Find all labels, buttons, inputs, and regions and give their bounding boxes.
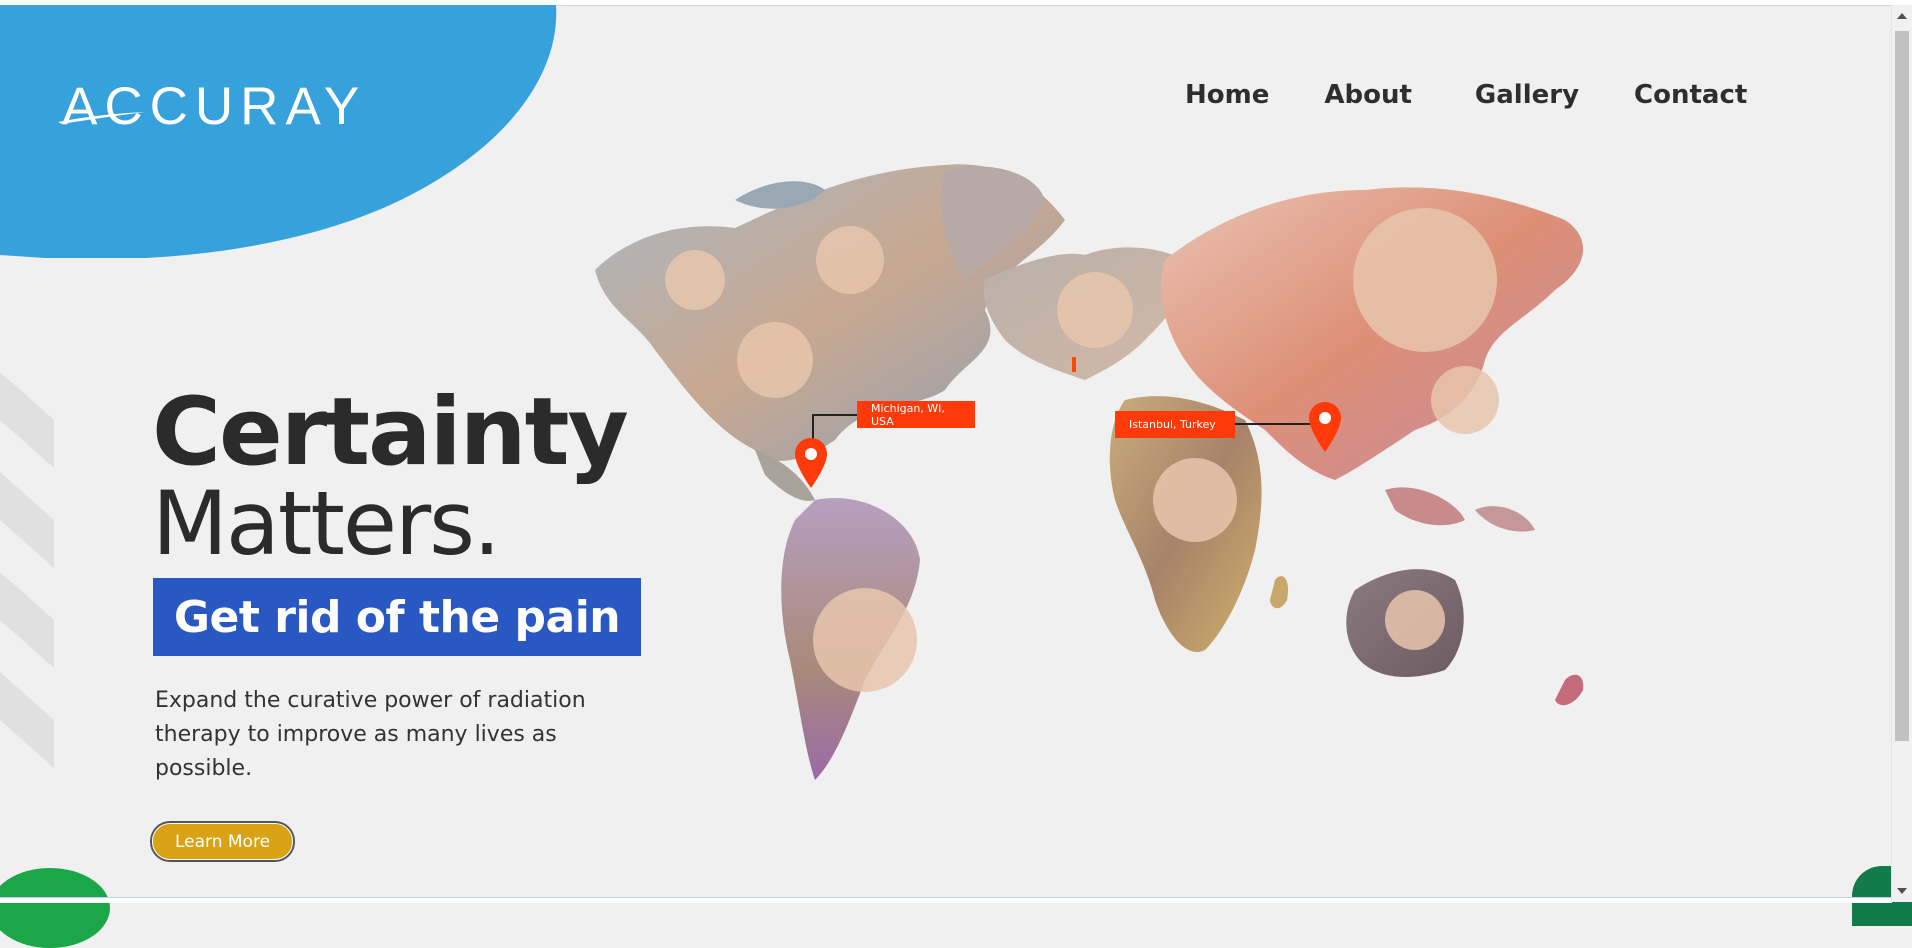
pin-leader-line	[812, 414, 858, 416]
vertical-scrollbar[interactable]	[1891, 5, 1912, 902]
pin-label-istanbul[interactable]: Istanbul, Turkey	[1115, 411, 1235, 438]
hero-description: Expand the curative power of radiation t…	[155, 688, 586, 781]
hero-banner-text: Get rid of the pain	[173, 591, 621, 643]
nav-home[interactable]: Home	[1185, 80, 1269, 110]
hero-title-line2: Matters.	[152, 472, 501, 575]
logo-wordmark: ACCURAY	[62, 77, 367, 136]
logo-swoosh-icon	[58, 112, 146, 124]
decorative-stripes	[0, 372, 54, 778]
world-map-collage	[565, 160, 1865, 900]
pin-label-michigan[interactable]: Michigan, WI, USA	[857, 401, 975, 428]
nav-about[interactable]: About	[1324, 80, 1412, 110]
nav-contact[interactable]: Contact	[1634, 80, 1747, 110]
pin-leader-line	[1235, 423, 1315, 425]
scrollbar-thumb[interactable]	[1895, 31, 1909, 741]
map-pin-icon[interactable]	[1309, 402, 1341, 452]
main-nav: Home About Gallery Contact	[1185, 80, 1802, 110]
decorative-marker	[1072, 357, 1076, 372]
map-pin-icon[interactable]	[795, 438, 827, 488]
decorative-green-shape	[0, 868, 110, 948]
hero-banner: Get rid of the pain	[153, 578, 641, 656]
scroll-up-arrow-icon[interactable]	[1897, 13, 1907, 19]
hero-title-line1: Certainty	[152, 378, 629, 487]
nav-gallery[interactable]: Gallery	[1475, 80, 1579, 110]
page-bottom-border	[0, 897, 1892, 903]
scroll-down-arrow-icon[interactable]	[1897, 888, 1907, 894]
accuray-logo[interactable]: ACCURAY	[58, 77, 367, 136]
learn-more-button[interactable]: Learn More	[152, 823, 293, 860]
